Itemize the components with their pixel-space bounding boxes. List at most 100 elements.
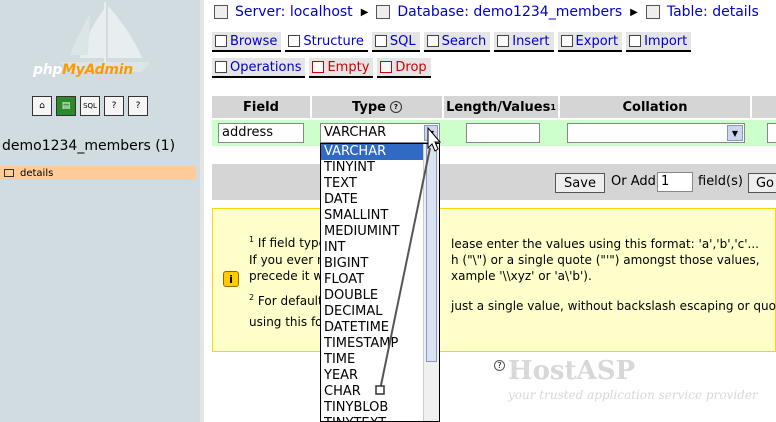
type-dropdown-list[interactable]: VARCHAR TINYINT TEXT DATE SMALLINT MEDIUMINT I… [320, 143, 440, 422]
type-option[interactable]: TINYTEXT [321, 416, 425, 421]
phpmyadmin-logo[interactable]: phpMyAdmin [33, 62, 133, 78]
scrollbar-thumb[interactable] [426, 144, 437, 362]
type-select[interactable]: VARCHAR ▼ [320, 123, 440, 143]
tab-structure[interactable]: Structure [285, 32, 368, 52]
sidebar-item-details[interactable]: details [0, 166, 196, 180]
help-icon[interactable]: ? [389, 101, 402, 113]
go-button[interactable]: Go [748, 173, 776, 193]
table-icon [4, 169, 14, 177]
notice-line1-end: lease enter the values using this format… [451, 237, 759, 251]
field-name-input[interactable]: address [218, 123, 304, 143]
tab-export[interactable]: Export [557, 32, 623, 52]
exit-icon[interactable]: ▤ [56, 96, 76, 116]
tab-label: SQL [389, 33, 416, 49]
type-option[interactable]: TINYBLOB [321, 400, 425, 416]
breadcrumb: Server: localhost ▶ Database: demo1234_m… [214, 4, 759, 20]
notice-line1-start: If field type [257, 236, 327, 250]
header-type: Type [352, 99, 386, 115]
main-frame: Server: localhost ▶ Database: demo1234_m… [204, 0, 776, 422]
fields-label: field(s) [698, 174, 743, 189]
field-table-header: Field Type ? Length/Values 1 Collation [212, 96, 776, 118]
sidebar-item-label: details [20, 167, 54, 179]
notice-line4-start: For default [257, 294, 323, 308]
tab-label: Search [441, 33, 487, 49]
tab-label: Export [575, 33, 619, 49]
header-length-footnote: 1 [550, 102, 556, 112]
add-fields-count-input[interactable]: 1 [657, 172, 693, 192]
search-icon [426, 35, 439, 47]
watermark-tagline: your trusted application service provide… [508, 388, 758, 402]
breadcrumb-server[interactable]: Server: localhost [235, 4, 353, 20]
hostasp-watermark: HostASP your trusted application service… [508, 356, 758, 402]
type-option[interactable]: FLOAT [321, 272, 425, 288]
import-icon [629, 35, 642, 47]
home-icon[interactable]: ⌂ [32, 96, 52, 116]
tab-empty[interactable]: Empty [309, 58, 374, 78]
drop-icon [380, 61, 393, 73]
breadcrumb-database[interactable]: Database: demo1234_members [397, 4, 622, 20]
notice-line4-end: just a single value, without backslash e… [451, 299, 776, 313]
notice-footnote-2: 2 [249, 293, 255, 302]
insert-icon [497, 35, 510, 47]
type-option[interactable]: DECIMAL [321, 304, 425, 320]
type-option[interactable]: VARCHAR [321, 144, 425, 160]
type-option[interactable]: TIMESTAMP [321, 336, 425, 352]
notice-footnote-1: 1 [249, 235, 255, 244]
browse-icon [215, 35, 227, 47]
type-option[interactable]: DOUBLE [321, 288, 425, 304]
tab-sql[interactable]: SQL [371, 32, 420, 52]
type-option[interactable]: MEDIUMINT [321, 224, 425, 240]
help-icon[interactable]: ? [494, 360, 505, 371]
table-icon [645, 5, 660, 19]
breadcrumb-separator-icon: ▶ [360, 6, 369, 18]
logo-php: php [33, 62, 63, 78]
length-values-input[interactable] [466, 123, 540, 143]
breadcrumb-separator-icon: ▶ [630, 6, 638, 18]
sql-query-icon[interactable]: SQL [80, 96, 100, 116]
tab-operations[interactable]: Operations [212, 58, 306, 78]
chevron-down-icon[interactable]: ▼ [424, 125, 438, 141]
help-icon[interactable]: ? [128, 96, 148, 116]
type-option[interactable]: TEXT [321, 176, 425, 192]
watermark-brand: HostASP [508, 356, 636, 386]
type-option[interactable]: SMALLINT [321, 208, 425, 224]
type-option[interactable]: BIGINT [321, 256, 425, 272]
empty-icon [312, 61, 325, 73]
header-collation: Collation [560, 96, 752, 118]
tab-search[interactable]: Search [423, 32, 491, 52]
collation-select[interactable]: ▼ [567, 123, 745, 143]
header-field: Field [212, 96, 312, 118]
tab-browse[interactable]: Browse [212, 32, 282, 52]
database-icon [376, 5, 391, 19]
info-icon: i [223, 271, 239, 287]
database-link[interactable]: demo1234_members (1) [2, 138, 175, 154]
type-option[interactable]: DATE [321, 192, 425, 208]
sql-icon [374, 35, 387, 47]
header-extra [752, 96, 776, 118]
logo-myadmin: MyAdmin [62, 62, 133, 78]
save-bar: Save Or Add 1 field(s) Go [212, 164, 776, 200]
header-type-cell: Type ? [312, 96, 444, 118]
type-option[interactable]: INT [321, 240, 425, 256]
tab-label: Browse [230, 33, 278, 49]
dropdown-scrollbar[interactable] [423, 144, 439, 421]
tab-insert[interactable]: Insert [494, 32, 554, 52]
type-option[interactable]: TINYINT [321, 160, 425, 176]
chevron-down-icon[interactable]: ▼ [727, 125, 743, 141]
field-row: address VARCHAR ▼ ▼ [212, 120, 776, 146]
or-add-label: Or Add [611, 174, 656, 189]
notice-line3-end: xample '\\xyz' or 'a\'b'). [451, 269, 592, 283]
tab-drop[interactable]: Drop [377, 58, 431, 78]
tab-label: Insert [512, 33, 550, 49]
type-option[interactable]: YEAR [321, 368, 425, 384]
docs-icon[interactable]: ? [104, 96, 124, 116]
attributes-input[interactable] [767, 123, 776, 143]
breadcrumb-table[interactable]: Table: details [667, 4, 759, 20]
tab-import[interactable]: Import [626, 32, 692, 52]
tab-label: Empty [327, 59, 370, 75]
type-option[interactable]: DATETIME [321, 320, 425, 336]
type-option[interactable]: TIME [321, 352, 425, 368]
type-option[interactable]: CHAR [321, 384, 425, 400]
save-button[interactable]: Save [555, 173, 605, 193]
tab-bar-primary: Browse Structure SQL Search Insert Expor… [212, 32, 692, 52]
